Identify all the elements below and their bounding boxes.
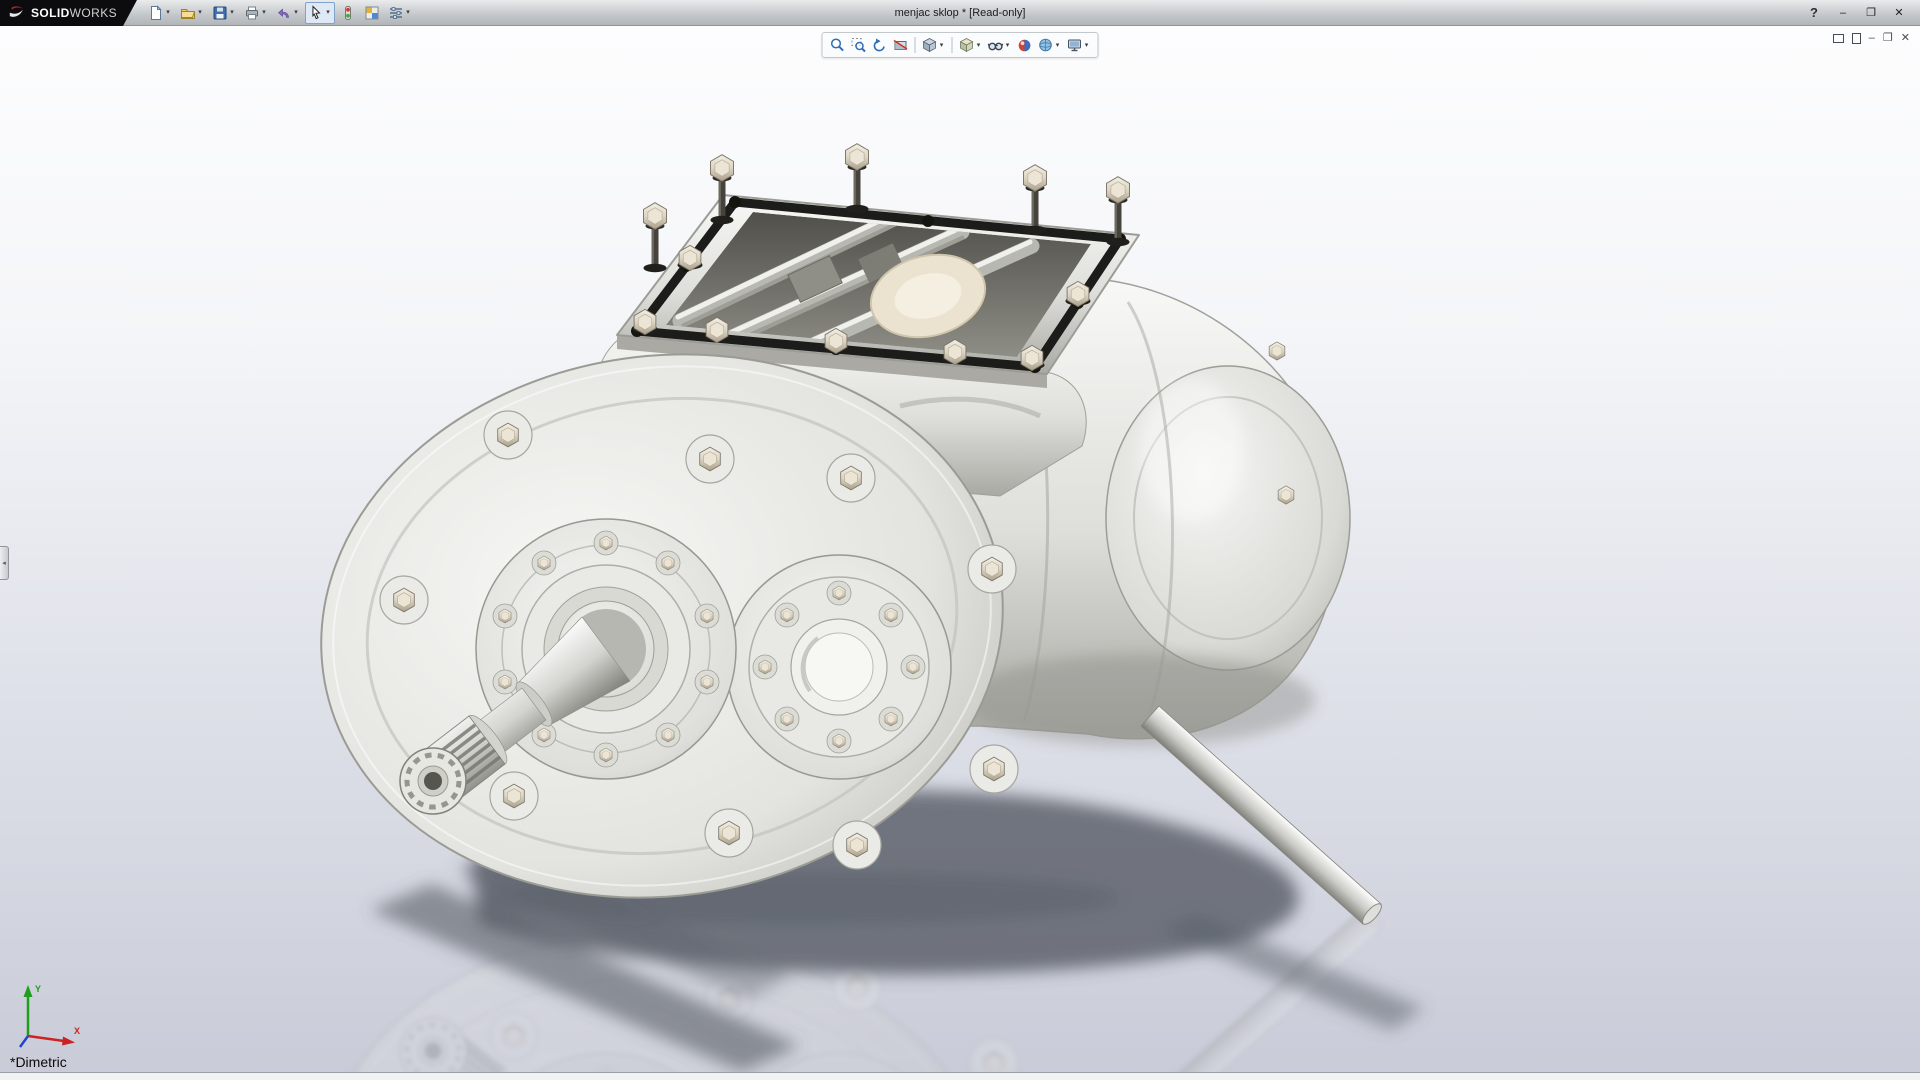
gearbox-model[interactable] — [286, 144, 1385, 941]
triad-x-label: X — [74, 1026, 80, 1036]
dropdown-caret-icon[interactable] — [404, 1, 412, 24]
save-button[interactable] — [209, 2, 239, 24]
dropdown-caret-icon[interactable] — [324, 1, 332, 24]
appearance-swatch-icon — [364, 5, 380, 21]
open-icon — [180, 5, 196, 21]
logo-edge — [123, 0, 137, 26]
dropdown-caret-icon[interactable] — [196, 1, 204, 24]
hide-show-items-button[interactable] — [986, 35, 1014, 55]
previous-view-button[interactable] — [870, 35, 890, 55]
view-orientation-button[interactable] — [920, 35, 948, 55]
dropdown-caret-icon[interactable] — [1083, 34, 1091, 56]
triad-x-arrowhead — [62, 1037, 75, 1046]
print-button[interactable] — [241, 2, 271, 24]
orientation-triad: Y X — [12, 974, 86, 1054]
dropdown-caret-icon[interactable] — [260, 1, 268, 24]
maximize-button[interactable]: ❐ — [1858, 4, 1884, 22]
edit-appearance-icon — [1017, 37, 1033, 53]
window-arrange-vertical-icon[interactable] — [1852, 33, 1861, 44]
help-button[interactable]: ? — [1800, 5, 1828, 20]
section-view-icon — [893, 37, 909, 53]
brand-light: WORKS — [70, 6, 117, 20]
statusbar — [0, 1072, 1920, 1080]
zoom-to-area-button[interactable] — [849, 35, 869, 55]
zoom-to-area-icon — [851, 37, 867, 53]
open-button[interactable] — [177, 2, 207, 24]
appearance-button[interactable] — [361, 2, 383, 24]
view-orientation-label: *Dimetric — [10, 1054, 67, 1070]
toolbar-separator — [952, 37, 953, 53]
view-orientation-icon — [922, 37, 938, 53]
print-icon — [244, 5, 260, 21]
window-arrange-icon[interactable] — [1833, 34, 1844, 43]
edit-appearance-button[interactable] — [1015, 35, 1035, 55]
dropdown-caret-icon[interactable] — [1004, 34, 1012, 56]
dropdown-caret-icon[interactable] — [292, 1, 300, 24]
triad-z-axis — [20, 1036, 28, 1047]
rebuild-stoplight-icon — [340, 5, 356, 21]
save-icon — [212, 5, 228, 21]
brand-text: SOLIDWORKS — [31, 6, 117, 20]
display-style-button[interactable] — [957, 35, 985, 55]
feature-manager-splitter-tab[interactable]: ◂ — [0, 546, 9, 580]
minimize-button[interactable]: – — [1830, 4, 1856, 22]
dropdown-caret-icon[interactable] — [938, 34, 946, 56]
display-style-icon — [959, 37, 975, 53]
doc-minimize-button[interactable]: – — [1869, 32, 1875, 44]
options-button[interactable] — [385, 2, 415, 24]
undo-button[interactable] — [273, 2, 303, 24]
zoom-to-fit-button[interactable] — [828, 35, 848, 55]
ds-logo-icon — [8, 5, 26, 20]
view-settings-icon — [1067, 37, 1083, 53]
brand-bold: SOLID — [31, 6, 70, 20]
hide-show-items-icon — [988, 37, 1004, 53]
triad-y-arrowhead — [24, 985, 33, 997]
new-document-icon — [148, 5, 164, 21]
undo-icon — [276, 5, 292, 21]
new-document-button[interactable] — [145, 2, 175, 24]
solidworks-logo: SOLIDWORKS — [0, 0, 123, 26]
select-cursor-icon — [308, 5, 324, 21]
dropdown-caret-icon[interactable] — [975, 34, 983, 56]
doc-restore-button[interactable]: ❐ — [1883, 32, 1893, 44]
select-button[interactable] — [305, 2, 335, 24]
dropdown-caret-icon[interactable] — [1054, 34, 1062, 56]
dropdown-caret-icon[interactable] — [228, 1, 236, 24]
toolbar-separator — [915, 37, 916, 53]
apply-scene-icon — [1038, 37, 1054, 53]
triad-x-axis — [28, 1036, 64, 1041]
previous-view-icon — [872, 37, 888, 53]
document-window-controls: – ❐ ✕ — [1833, 32, 1910, 44]
rebuild-button[interactable] — [337, 2, 359, 24]
heads-up-view-toolbar — [822, 32, 1099, 58]
solidworks-window: SOLIDWORKS — [0, 0, 1920, 1080]
dropdown-caret-icon[interactable] — [164, 1, 172, 24]
main-toolbar — [137, 2, 423, 24]
graphics-viewport[interactable]: – ❐ ✕ ◂ Y X *Dimetric — [0, 26, 1920, 1072]
apply-scene-button[interactable] — [1036, 35, 1064, 55]
options-sliders-icon — [388, 5, 404, 21]
close-button[interactable]: ✕ — [1886, 4, 1912, 22]
triad-y-label: Y — [35, 984, 41, 994]
view-settings-button[interactable] — [1065, 35, 1093, 55]
titlebar: SOLIDWORKS — [0, 0, 1920, 26]
doc-close-button[interactable]: ✕ — [1901, 32, 1910, 44]
section-view-button[interactable] — [891, 35, 911, 55]
window-controls: ? – ❐ ✕ — [1800, 4, 1920, 22]
model-canvas[interactable] — [0, 26, 1920, 1072]
zoom-to-fit-icon — [830, 37, 846, 53]
